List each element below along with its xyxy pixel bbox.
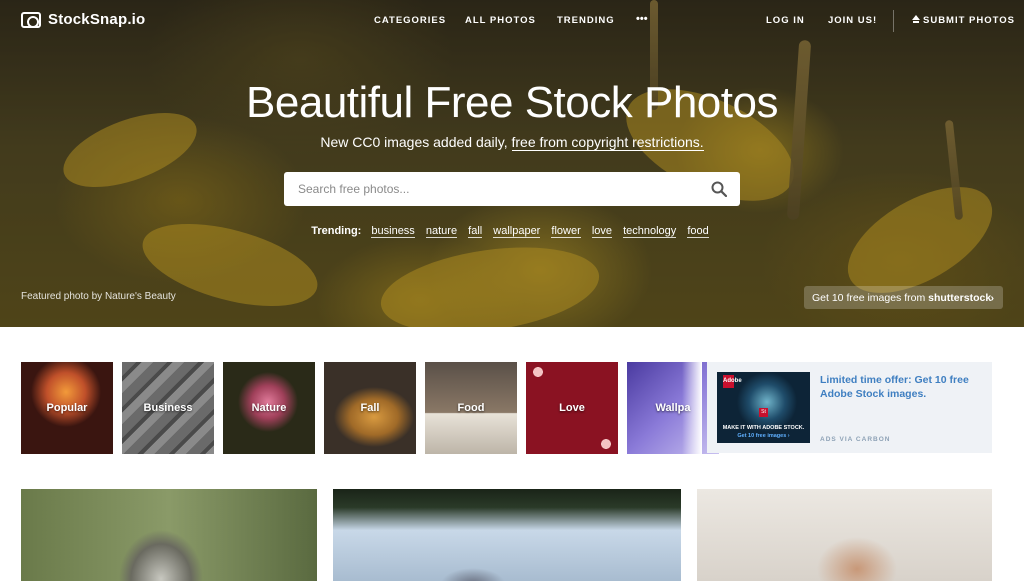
shutterstock-promo-button[interactable]: Get 10 free images from shutterstock ›: [804, 286, 1003, 309]
hero-subtitle-text: New CC0 images added daily,: [320, 134, 508, 150]
nav-trending[interactable]: TRENDING: [557, 15, 615, 26]
trending-tag[interactable]: food: [687, 225, 709, 238]
ad-text-link[interactable]: Limited time offer: Get 10 free Adobe St…: [820, 373, 980, 401]
category-tile-popular[interactable]: Popular: [21, 362, 113, 454]
category-label: Business: [143, 402, 193, 414]
featured-photo-credit: Featured photo by Nature's Beauty: [21, 291, 176, 302]
category-tile-business[interactable]: Business: [122, 362, 214, 454]
top-navigation: StockSnap.io CATEGORIES ALL PHOTOS TREND…: [0, 0, 1024, 40]
hero-overlay: [0, 0, 1024, 327]
camera-icon: [21, 11, 41, 28]
ad-image-caption: MAKE IT WITH ADOBE STOCK.: [722, 425, 805, 431]
hero-subtitle: New CC0 images added daily, free from co…: [0, 134, 1024, 151]
photo-camera[interactable]: [21, 489, 317, 581]
hero-banner: StockSnap.io CATEGORIES ALL PHOTOS TREND…: [0, 0, 1024, 327]
ad-image[interactable]: Adobe St MAKE IT WITH ADOBE STOCK. Get 1…: [717, 372, 810, 443]
category-label: Popular: [46, 402, 88, 414]
more-menu-icon[interactable]: •••: [636, 13, 648, 25]
nav-all-photos[interactable]: ALL PHOTOS: [465, 15, 536, 26]
category-tile-wallpaper[interactable]: Wallpa: [627, 362, 719, 454]
trending-tag[interactable]: technology: [623, 225, 677, 238]
search-icon[interactable]: [711, 181, 727, 197]
trending-tag[interactable]: love: [591, 225, 613, 238]
category-label: Nature: [251, 402, 287, 414]
credit-prefix: Featured photo by: [21, 291, 103, 302]
promo-text: Get 10 free images from: [812, 292, 926, 304]
ads-via-carbon-link[interactable]: ADS VIA CARBON: [820, 436, 890, 443]
category-tile-nature[interactable]: Nature: [223, 362, 315, 454]
category-label: Fall: [360, 402, 380, 414]
trending-tag[interactable]: business: [371, 225, 415, 238]
nav-join[interactable]: JOIN US!: [828, 15, 877, 26]
category-tile-food[interactable]: Food: [425, 362, 517, 454]
chevron-right-icon: ›: [990, 292, 995, 304]
copyright-link[interactable]: free from copyright restrictions.: [511, 134, 704, 151]
category-tile-love[interactable]: Love: [526, 362, 618, 454]
nav-submit-label: SUBMIT PHOTOS: [923, 15, 1015, 26]
category-scroll-fade: [682, 360, 702, 456]
trending-tag[interactable]: fall: [468, 225, 483, 238]
adobe-logo: Adobe: [723, 375, 742, 388]
site-logo[interactable]: StockSnap.io: [21, 11, 145, 28]
trending-tag[interactable]: flower: [551, 225, 581, 238]
trending-label: Trending:: [311, 225, 362, 237]
nav-categories[interactable]: CATEGORIES: [374, 15, 446, 26]
trending-tag[interactable]: wallpaper: [493, 225, 541, 238]
credit-author-link[interactable]: Nature's Beauty: [105, 291, 176, 302]
nav-login[interactable]: LOG IN: [766, 15, 805, 26]
upload-icon: [912, 15, 920, 23]
category-tile-fall[interactable]: Fall: [324, 362, 416, 454]
adobe-stock-badge: St: [759, 408, 768, 417]
promo-brand: shutterstock: [928, 292, 992, 304]
nav-divider: [893, 10, 894, 32]
trending-tag[interactable]: nature: [425, 225, 458, 238]
category-label: Love: [559, 402, 585, 414]
site-logo-text: StockSnap.io: [48, 11, 146, 28]
category-label: Food: [457, 402, 485, 414]
trending-tags: Trending: business nature fall wallpaper…: [0, 225, 1024, 238]
carbon-ad[interactable]: Adobe St MAKE IT WITH ADOBE STOCK. Get 1…: [707, 362, 992, 453]
hero-title: Beautiful Free Stock Photos: [246, 78, 778, 127]
photo-person[interactable]: [697, 489, 992, 581]
search-box: [284, 172, 740, 206]
nav-submit-photos[interactable]: SUBMIT PHOTOS: [912, 15, 1015, 26]
search-input[interactable]: [298, 172, 698, 206]
ad-image-cta: Get 10 free images ›: [737, 433, 790, 439]
photo-mountain-tree[interactable]: [333, 489, 681, 581]
